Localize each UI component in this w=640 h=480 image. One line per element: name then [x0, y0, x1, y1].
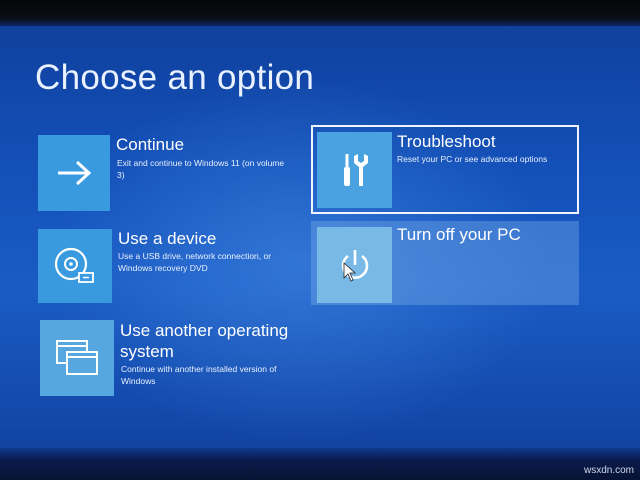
option-use-device[interactable]: Use a device Use a USB drive, network co… — [38, 229, 293, 303]
monitor-bezel-top — [0, 0, 640, 26]
option-continue-description: Exit and continue to Windows 11 (on volu… — [117, 158, 285, 180]
mouse-cursor-icon — [343, 262, 357, 287]
option-use-other-os-icon-box — [40, 320, 114, 396]
windows-stack-icon — [54, 338, 100, 378]
monitor-bezel-bottom — [0, 448, 640, 480]
watermark: wsxdn.com — [583, 465, 634, 476]
tools-icon — [338, 150, 372, 190]
option-use-other-os-description: Continue with another installed version … — [121, 364, 277, 386]
option-use-other-os-label: Use another operating system — [120, 321, 289, 361]
page-title: Choose an option — [35, 58, 315, 97]
option-use-device-description: Use a USB drive, network connection, or … — [118, 251, 272, 273]
option-use-device-label: Use a device — [118, 229, 217, 248]
option-use-other-os[interactable]: Use another operating system Continue wi… — [40, 320, 290, 396]
option-continue-icon-box — [38, 135, 110, 211]
option-troubleshoot-icon-box — [317, 132, 392, 208]
arrow-right-icon — [56, 160, 92, 186]
option-troubleshoot[interactable]: Troubleshoot Reset your PC or see advanc… — [311, 125, 579, 214]
option-troubleshoot-description: Reset your PC or see advanced options — [397, 154, 548, 164]
option-troubleshoot-label: Troubleshoot — [397, 132, 496, 151]
option-continue[interactable]: Continue Exit and continue to Windows 11… — [38, 135, 288, 211]
option-turn-off-label: Turn off your PC — [397, 225, 521, 244]
option-continue-label: Continue — [116, 135, 185, 154]
disc-drive-icon — [53, 246, 97, 286]
option-use-device-icon-box — [38, 229, 112, 303]
